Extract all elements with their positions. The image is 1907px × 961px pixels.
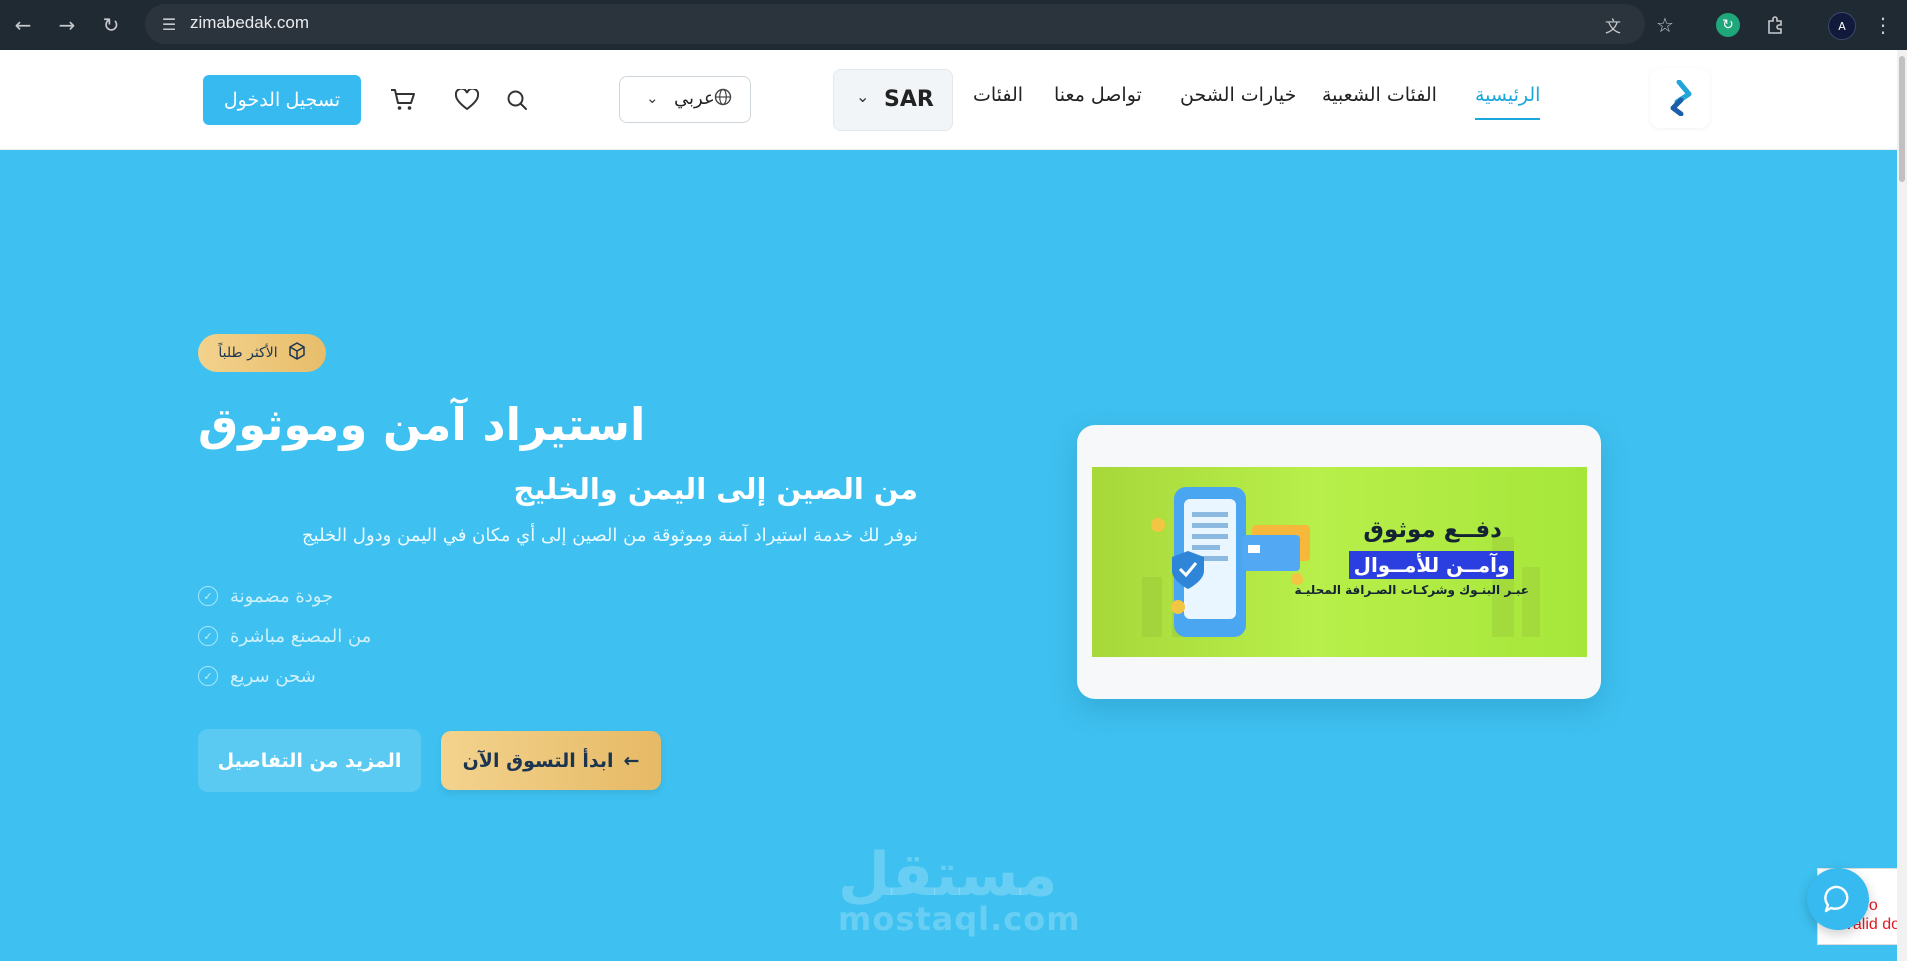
feature-label: شحن سريع: [230, 665, 316, 687]
banner-highlight: وآمــن للأمــوال: [1349, 551, 1514, 579]
feature-label: جودة مضمونة: [230, 585, 334, 607]
url-text: zimabedak.com: [190, 13, 310, 32]
login-button[interactable]: تسجيل الدخول: [203, 75, 361, 125]
check-circle-icon: ✓: [198, 626, 218, 646]
forward-icon[interactable]: →: [52, 10, 82, 40]
most-requested-badge: الأكثر طلباً: [198, 334, 326, 372]
box-icon: [288, 341, 306, 365]
check-circle-icon: ✓: [198, 666, 218, 686]
more-details-button[interactable]: المزيد من التفاصيل: [198, 729, 421, 792]
profile-avatar[interactable]: A: [1828, 12, 1856, 40]
language-label: عربي: [674, 88, 715, 109]
site-logo[interactable]: [1650, 68, 1710, 128]
badge-label: الأكثر طلباً: [218, 345, 278, 361]
logo-icon: [1670, 80, 1692, 116]
scrollbar-thumb[interactable]: [1899, 56, 1905, 182]
nav-categories[interactable]: الفئات: [973, 84, 1023, 106]
star-icon[interactable]: ☆: [1650, 10, 1680, 40]
start-shopping-label: ابدأ التسوق الآن: [462, 749, 614, 772]
reload-icon[interactable]: ↻: [96, 10, 126, 40]
globe-icon: [714, 88, 732, 111]
banner-subline: عبـر البنـوك وشركـات الصـرافة المحليـة: [1294, 583, 1529, 597]
nav-active-underline: [1475, 118, 1540, 120]
hero-description: نوفر لك خدمة استيراد آمنة وموثوقة من الص…: [302, 525, 918, 546]
feature-label: من المصنع مباشرة: [230, 625, 372, 647]
hero-title: استيراد آمن وموثوق: [198, 398, 646, 451]
address-bar[interactable]: ☰ zimabedak.com: [145, 4, 1645, 44]
heart-icon[interactable]: [453, 86, 481, 114]
menu-icon[interactable]: ⋮: [1868, 10, 1898, 40]
browser-toolbar: ← → ↻ ☰ zimabedak.com 文 ☆ ↻ A ⋮: [0, 0, 1907, 50]
back-icon[interactable]: ←: [8, 10, 38, 40]
arrow-left-icon: ←: [623, 749, 640, 772]
currency-select[interactable]: ⌄ SAR: [833, 69, 953, 131]
site-settings-icon[interactable]: ☰: [157, 12, 181, 36]
check-circle-icon: ✓: [198, 586, 218, 606]
watermark-latin: mostaql.com: [838, 900, 1081, 938]
translate-icon[interactable]: 文: [1598, 10, 1628, 40]
hero-subtitle: من الصين إلى اليمن والخليج: [513, 472, 919, 506]
feature-item: ✓ شحن سريع: [198, 662, 316, 690]
feature-item: ✓ جودة مضمونة: [198, 582, 333, 610]
cart-icon[interactable]: [389, 86, 417, 114]
chat-bubble-icon: [1824, 885, 1849, 913]
feature-item: ✓ من المصنع مباشرة: [198, 622, 371, 650]
currency-label: SAR: [884, 87, 934, 112]
payment-banner-image: دفــع موثوق وآمــن للأمــوال عبـر البنـو…: [1092, 467, 1587, 657]
chevron-down-icon: ⌄: [856, 87, 870, 106]
nav-shipping-options[interactable]: خيارات الشحن: [1180, 84, 1296, 106]
language-select[interactable]: ⌄ عربي: [619, 76, 751, 123]
site-header: الرئيسية الفئات الشعبية خيارات الشحن توا…: [0, 50, 1897, 150]
search-icon[interactable]: [503, 86, 531, 114]
puzzle-icon[interactable]: [1760, 10, 1790, 40]
nav-home[interactable]: الرئيسية: [1475, 84, 1540, 106]
page-scrollbar[interactable]: [1897, 50, 1907, 961]
banner-heading: دفــع موثوق: [1363, 517, 1502, 543]
start-shopping-button[interactable]: ابدأ التسوق الآن ←: [441, 731, 661, 790]
chat-button[interactable]: [1807, 868, 1869, 930]
extension-icon[interactable]: ↻: [1716, 13, 1740, 37]
nav-popular-categories[interactable]: الفئات الشعبية: [1322, 84, 1437, 106]
nav-contact[interactable]: تواصل معنا: [1054, 84, 1142, 106]
chevron-down-icon: ⌄: [646, 89, 659, 107]
